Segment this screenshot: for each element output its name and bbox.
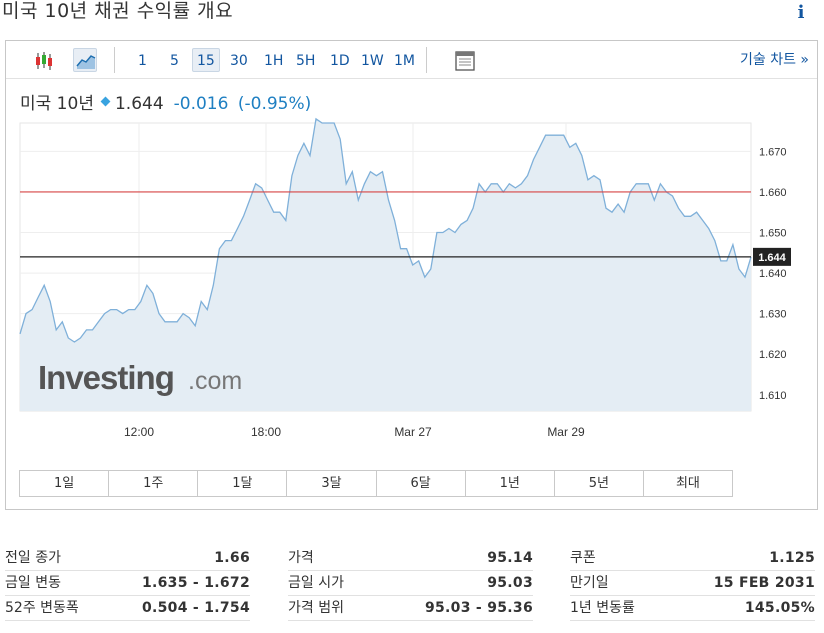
range-button-0[interactable]: 1일 <box>20 471 110 496</box>
stat-value: 95.03 <box>487 575 533 591</box>
interval-1d[interactable]: 1D <box>325 48 355 72</box>
stat-label: 전일 종가 <box>5 550 61 566</box>
stat-row: 1년 변동률 145.05% <box>570 596 815 621</box>
stat-label: 만기일 <box>570 575 609 591</box>
x-tick-label: Mar 27 <box>394 425 432 439</box>
y-tick-label: 1.610 <box>759 390 787 402</box>
stat-label: 가격 범위 <box>288 600 344 616</box>
info-icon[interactable]: i <box>792 2 810 24</box>
stat-row: 가격 범위 95.03 - 95.36 <box>288 596 533 621</box>
interval-1w[interactable]: 1W <box>356 48 389 72</box>
stat-value: 95.14 <box>487 550 533 566</box>
stat-row: 금일 변동 1.635 - 1.672 <box>5 571 250 596</box>
y-tick-label: 1.670 <box>759 146 787 158</box>
chart-toolbar: 1 5 15 30 1H 5H 1D 1W 1M 기술 차트 » <box>6 41 817 79</box>
interval-1h[interactable]: 1H <box>259 48 288 72</box>
range-button-5[interactable]: 1년 <box>465 471 555 496</box>
y-tick-label: 1.620 <box>759 349 787 361</box>
price-chart[interactable]: 1.670 1.660 1.650 1.640 1.630 1.620 1.610 12:00… <box>6 111 817 466</box>
stats-column: 전일 종가 1.66 금일 변동 1.635 - 1.672 52주 변동폭 0.504 … <box>5 546 250 621</box>
stat-label: 금일 시가 <box>288 575 344 591</box>
candlestick-chart-icon[interactable] <box>31 48 55 72</box>
watermark-logo: Investing <box>38 359 174 396</box>
interval-1[interactable]: 1 <box>133 48 152 72</box>
stat-label: 쿠폰 <box>570 550 596 566</box>
y-tick-label: 1.640 <box>759 268 787 280</box>
range-button-7[interactable]: 최대 <box>643 471 732 496</box>
stat-row: 금일 시가 95.03 <box>288 571 533 596</box>
interval-1m[interactable]: 1M <box>389 48 420 72</box>
table-view-icon[interactable] <box>452 48 476 72</box>
stat-row: 만기일 15 FEB 2031 <box>570 571 815 596</box>
stats-column: 쿠폰 1.125 만기일 15 FEB 2031 1년 변동률 145.05% <box>570 546 815 621</box>
x-tick-label: 18:00 <box>251 425 281 439</box>
stat-value: 0.504 - 1.754 <box>141 600 250 616</box>
stat-label: 금일 변동 <box>5 575 61 591</box>
stat-label: 가격 <box>288 550 314 566</box>
stat-value: 1.635 - 1.672 <box>141 575 250 591</box>
stat-row: 쿠폰 1.125 <box>570 546 815 571</box>
range-button-1[interactable]: 1주 <box>109 471 199 496</box>
interval-5h[interactable]: 5H <box>291 48 320 72</box>
range-button-6[interactable]: 5년 <box>554 471 644 496</box>
area-chart-icon[interactable] <box>73 48 97 72</box>
stat-label: 1년 변동률 <box>570 600 635 616</box>
interval-30[interactable]: 30 <box>225 48 253 72</box>
range-button-2[interactable]: 1달 <box>198 471 288 496</box>
stat-value: 15 FEB 2031 <box>713 575 815 591</box>
interval-15[interactable]: 15 <box>192 48 220 72</box>
range-button-4[interactable]: 6달 <box>376 471 466 496</box>
stat-value: 1.125 <box>769 550 815 566</box>
stat-row: 전일 종가 1.66 <box>5 546 250 571</box>
interval-5[interactable]: 5 <box>165 48 184 72</box>
watermark-suffix: .com <box>188 367 242 395</box>
stat-row: 가격 95.14 <box>288 546 533 571</box>
y-tick-label: 1.660 <box>759 187 787 199</box>
stat-label: 52주 변동폭 <box>5 600 79 616</box>
realtime-diamond-icon <box>100 96 111 106</box>
range-button-3[interactable]: 3달 <box>287 471 377 496</box>
y-tick-label: 1.650 <box>759 228 787 240</box>
chart-panel: 1 5 15 30 1H 5H 1D 1W 1M 기술 차트 » 미국 10년 1.644 -0.0… <box>5 40 818 510</box>
technical-chart-link[interactable]: 기술 차트 » <box>740 48 809 72</box>
current-value-label: 1.644 <box>758 252 786 264</box>
stat-value: 95.03 - 95.36 <box>424 600 533 616</box>
stat-value: 145.05% <box>744 600 815 616</box>
stat-value: 1.66 <box>214 550 250 566</box>
x-tick-label: Mar 29 <box>547 425 585 439</box>
stat-row: 52주 변동폭 0.504 - 1.754 <box>5 596 250 621</box>
page-title: 미국 10년 채권 수익률 개요 <box>2 0 234 22</box>
time-range-bar: 1일 1주 1달 3달 6달 1년 5년 최대 <box>19 470 733 497</box>
stats-column: 가격 95.14 금일 시가 95.03 가격 범위 95.03 - 95.36 <box>288 546 533 621</box>
x-tick-label: 12:00 <box>124 425 154 439</box>
y-tick-label: 1.630 <box>759 309 787 321</box>
